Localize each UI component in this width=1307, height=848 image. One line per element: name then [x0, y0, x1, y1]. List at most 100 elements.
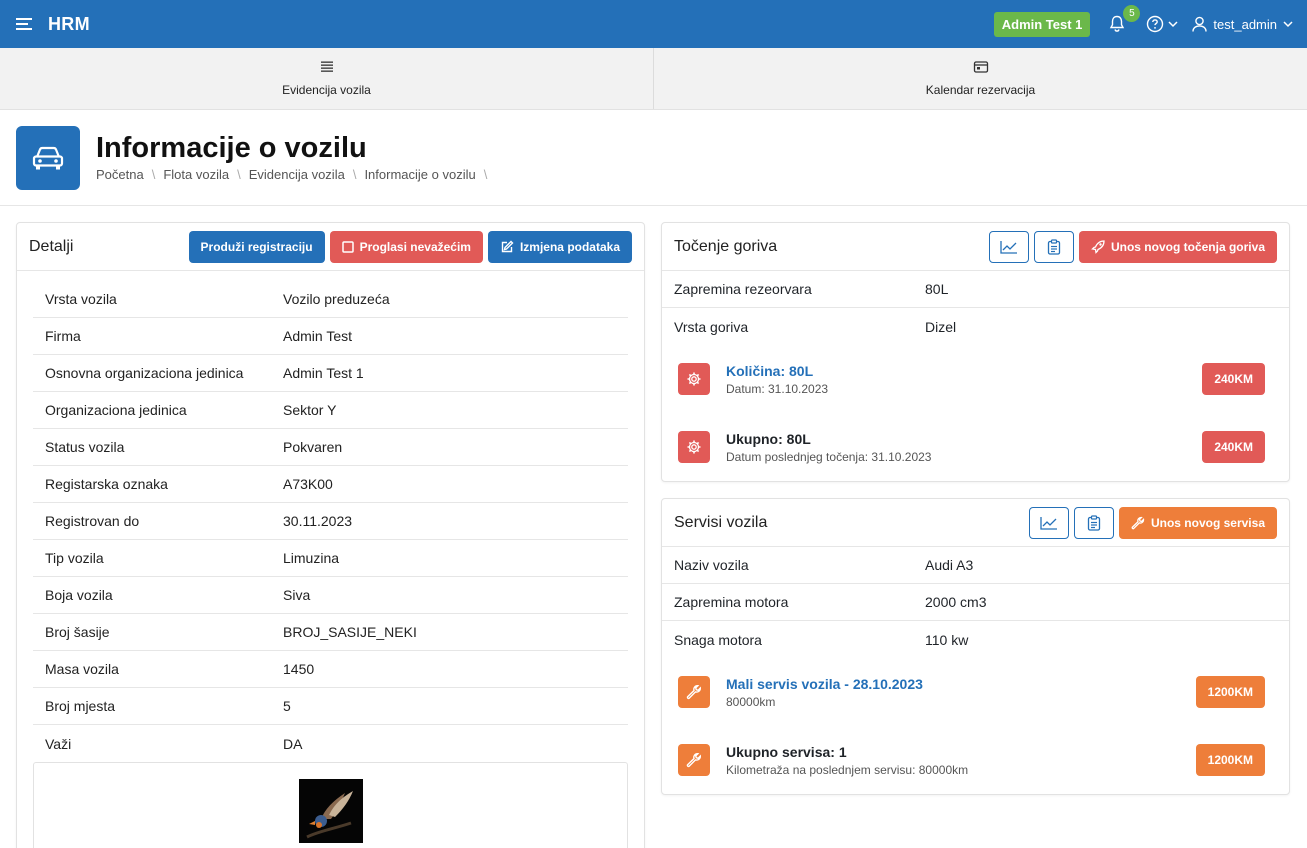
add-fueling-button[interactable]: Unos novog točenja goriva	[1078, 230, 1277, 263]
fuel-info-row: Vrsta goriva Dizel	[662, 308, 1289, 345]
detail-value: 1450	[283, 661, 315, 677]
service-info-label: Naziv vozila	[674, 557, 749, 573]
tab-label: Evidencija vozila	[282, 82, 371, 97]
car-icon	[16, 125, 80, 190]
service-latest-cost-badge: 1200KM	[1195, 676, 1265, 708]
detail-value: Pokvaren	[283, 439, 343, 455]
edit-data-button[interactable]: Izmjena podataka	[487, 230, 632, 263]
service-info-row: Snaga motora 110 kw	[662, 621, 1289, 658]
detail-label: Vrsta vozila	[45, 291, 117, 307]
detail-value: Admin Test 1	[283, 365, 364, 381]
service-info-label: Zapremina motora	[674, 594, 789, 610]
fuel-latest-cost-badge: 240KM	[1202, 363, 1265, 395]
tab-label: Kalendar rezervacija	[925, 83, 1036, 97]
fuel-report-button[interactable]	[1033, 230, 1074, 263]
line-chart-icon	[1040, 516, 1057, 530]
fuel-total-item: Ukupno: 80L Datum poslednjeg točenja: 31…	[662, 413, 1289, 481]
detail-row: Status vozila Pokvaren	[33, 429, 628, 466]
tab-kalendar-rezervacija[interactable]: Kalendar rezervacija	[653, 48, 1307, 109]
invalidate-button[interactable]: Proglasi nevažećim	[329, 230, 483, 263]
fuel-total-title: Ukupno: 80L	[726, 430, 811, 447]
clipboard-icon	[1087, 514, 1101, 531]
calendar-icon	[973, 61, 988, 73]
fuel-total-date: Datum poslednjeg točenja: 31.10.2023	[726, 449, 932, 464]
help-icon	[1147, 15, 1164, 33]
clipboard-icon	[1047, 238, 1061, 255]
user-menu-button[interactable]: test_admin	[1192, 16, 1293, 32]
detail-label: Osnovna organizaciona jedinica	[45, 365, 244, 381]
page-header: Informacije o vozilu Početna \ Flota vozi…	[0, 110, 1307, 206]
chevron-down-icon	[1283, 21, 1293, 28]
breadcrumb-item[interactable]: Evidencija vozila	[249, 167, 345, 182]
service-info-value: Audi A3	[925, 557, 974, 573]
detail-label: Firma	[45, 328, 81, 344]
detail-label: Masa vozila	[45, 661, 119, 677]
detail-row: Registarska oznaka A73K00	[33, 466, 628, 503]
add-service-button-label: Unos novog servisa	[1150, 515, 1265, 530]
service-info-row: Naziv vozila Audi A3	[662, 547, 1289, 584]
detail-label: Registarska oznaka	[45, 476, 168, 492]
help-menu-button[interactable]	[1146, 15, 1178, 33]
detail-row: Boja vozila Siva	[33, 577, 628, 614]
detail-row: Broj šasije BROJ_SASIJE_NEKI	[33, 614, 628, 651]
service-info-value: 110 kw	[925, 631, 969, 648]
notifications-button[interactable]: 5	[1106, 5, 1141, 35]
page-title: Informacije o vozilu	[96, 131, 367, 164]
details-card-title: Detalji	[29, 237, 74, 255]
username-label: test_admin	[1213, 16, 1277, 32]
breadcrumb-item[interactable]: Početna	[96, 167, 144, 182]
detail-row: Tip vozila Limuzina	[33, 540, 628, 577]
detail-value: Siva	[283, 587, 311, 603]
detail-label: Registrovan do	[45, 513, 140, 529]
notification-count-badge: 5	[1123, 5, 1141, 22]
fuel-chart-button[interactable]	[988, 230, 1029, 263]
detail-value: Limuzina	[283, 550, 340, 566]
fuel-info-label: Zapremina rezeorvara	[674, 281, 812, 297]
module-tabs: Evidencija vozila Kalendar rezervacija	[0, 48, 1307, 110]
fuel-info-row: Zapremina rezeorvara 80L	[662, 271, 1289, 308]
vehicle-photo[interactable]	[298, 779, 363, 843]
service-total-title: Ukupno servisa: 1	[726, 743, 847, 760]
organization-badge[interactable]: Admin Test 1	[993, 11, 1091, 37]
detail-row: Osnovna organizaciona jedinica Admin Test…	[33, 355, 628, 392]
fuel-card-title: Točenje goriva	[674, 237, 778, 255]
detail-label: Organizaciona jedinica	[45, 402, 187, 418]
detail-value: Admin Test	[283, 328, 352, 344]
wrench-icon	[1131, 516, 1145, 529]
list-icon	[320, 61, 333, 72]
add-service-button[interactable]: Unos novog servisa	[1118, 506, 1277, 539]
detail-row: Broj mjesta 5	[33, 688, 628, 725]
app-title[interactable]: HRM	[48, 14, 90, 35]
detail-label: Status vozila	[45, 439, 125, 455]
fuel-latest-title[interactable]: Količina: 80L	[726, 363, 1202, 379]
service-total-mileage: Kilometraža na poslednjem servisu: 80000…	[726, 762, 969, 777]
detail-label: Broj mjesta	[45, 698, 116, 714]
wrench-icon	[678, 676, 710, 708]
breadcrumb-item[interactable]: Flota vozila	[163, 167, 229, 182]
service-report-button[interactable]	[1073, 506, 1114, 539]
service-chart-button[interactable]	[1028, 506, 1069, 539]
cog-icon	[678, 363, 710, 395]
fuel-total-cost-badge: 240KM	[1202, 431, 1265, 463]
detail-label: Boja vozila	[45, 587, 113, 603]
detail-row: Važi DA	[33, 725, 628, 762]
service-info-row: Zapremina motora 2000 cm3	[662, 584, 1289, 621]
extend-registration-button[interactable]: Produži registraciju	[188, 230, 325, 263]
vehicle-image-container	[33, 762, 628, 848]
add-fueling-button-label: Unos novog točenja goriva	[1110, 239, 1265, 254]
fuel-card: Točenje goriva Unos novog točenja goriva…	[661, 222, 1290, 482]
details-card: Detalji Produži registraciju Proglasi ne…	[16, 222, 645, 848]
hamburger-menu-icon[interactable]	[14, 13, 36, 35]
tab-evidencija-vozila[interactable]: Evidencija vozila	[0, 48, 653, 109]
edit-data-button-label: Izmjena podataka	[519, 239, 620, 254]
service-latest-item: Mali servis vozila - 28.10.2023 80000km …	[662, 658, 1289, 726]
detail-label: Tip vozila	[45, 550, 104, 566]
breadcrumb: Početna \ Flota vozila \ Evidencija vozila…	[96, 167, 488, 183]
service-latest-title[interactable]: Mali servis vozila - 28.10.2023	[726, 676, 1196, 692]
rocket-icon	[1091, 239, 1105, 254]
fuel-latest-item: Količina: 80L Datum: 31.10.2023 240KM	[662, 345, 1289, 413]
detail-value: Vozilo preduzeća	[283, 291, 390, 307]
detail-label: Važi	[45, 735, 72, 752]
detail-label: Broj šasije	[45, 624, 110, 640]
detail-value: A73K00	[283, 476, 333, 492]
